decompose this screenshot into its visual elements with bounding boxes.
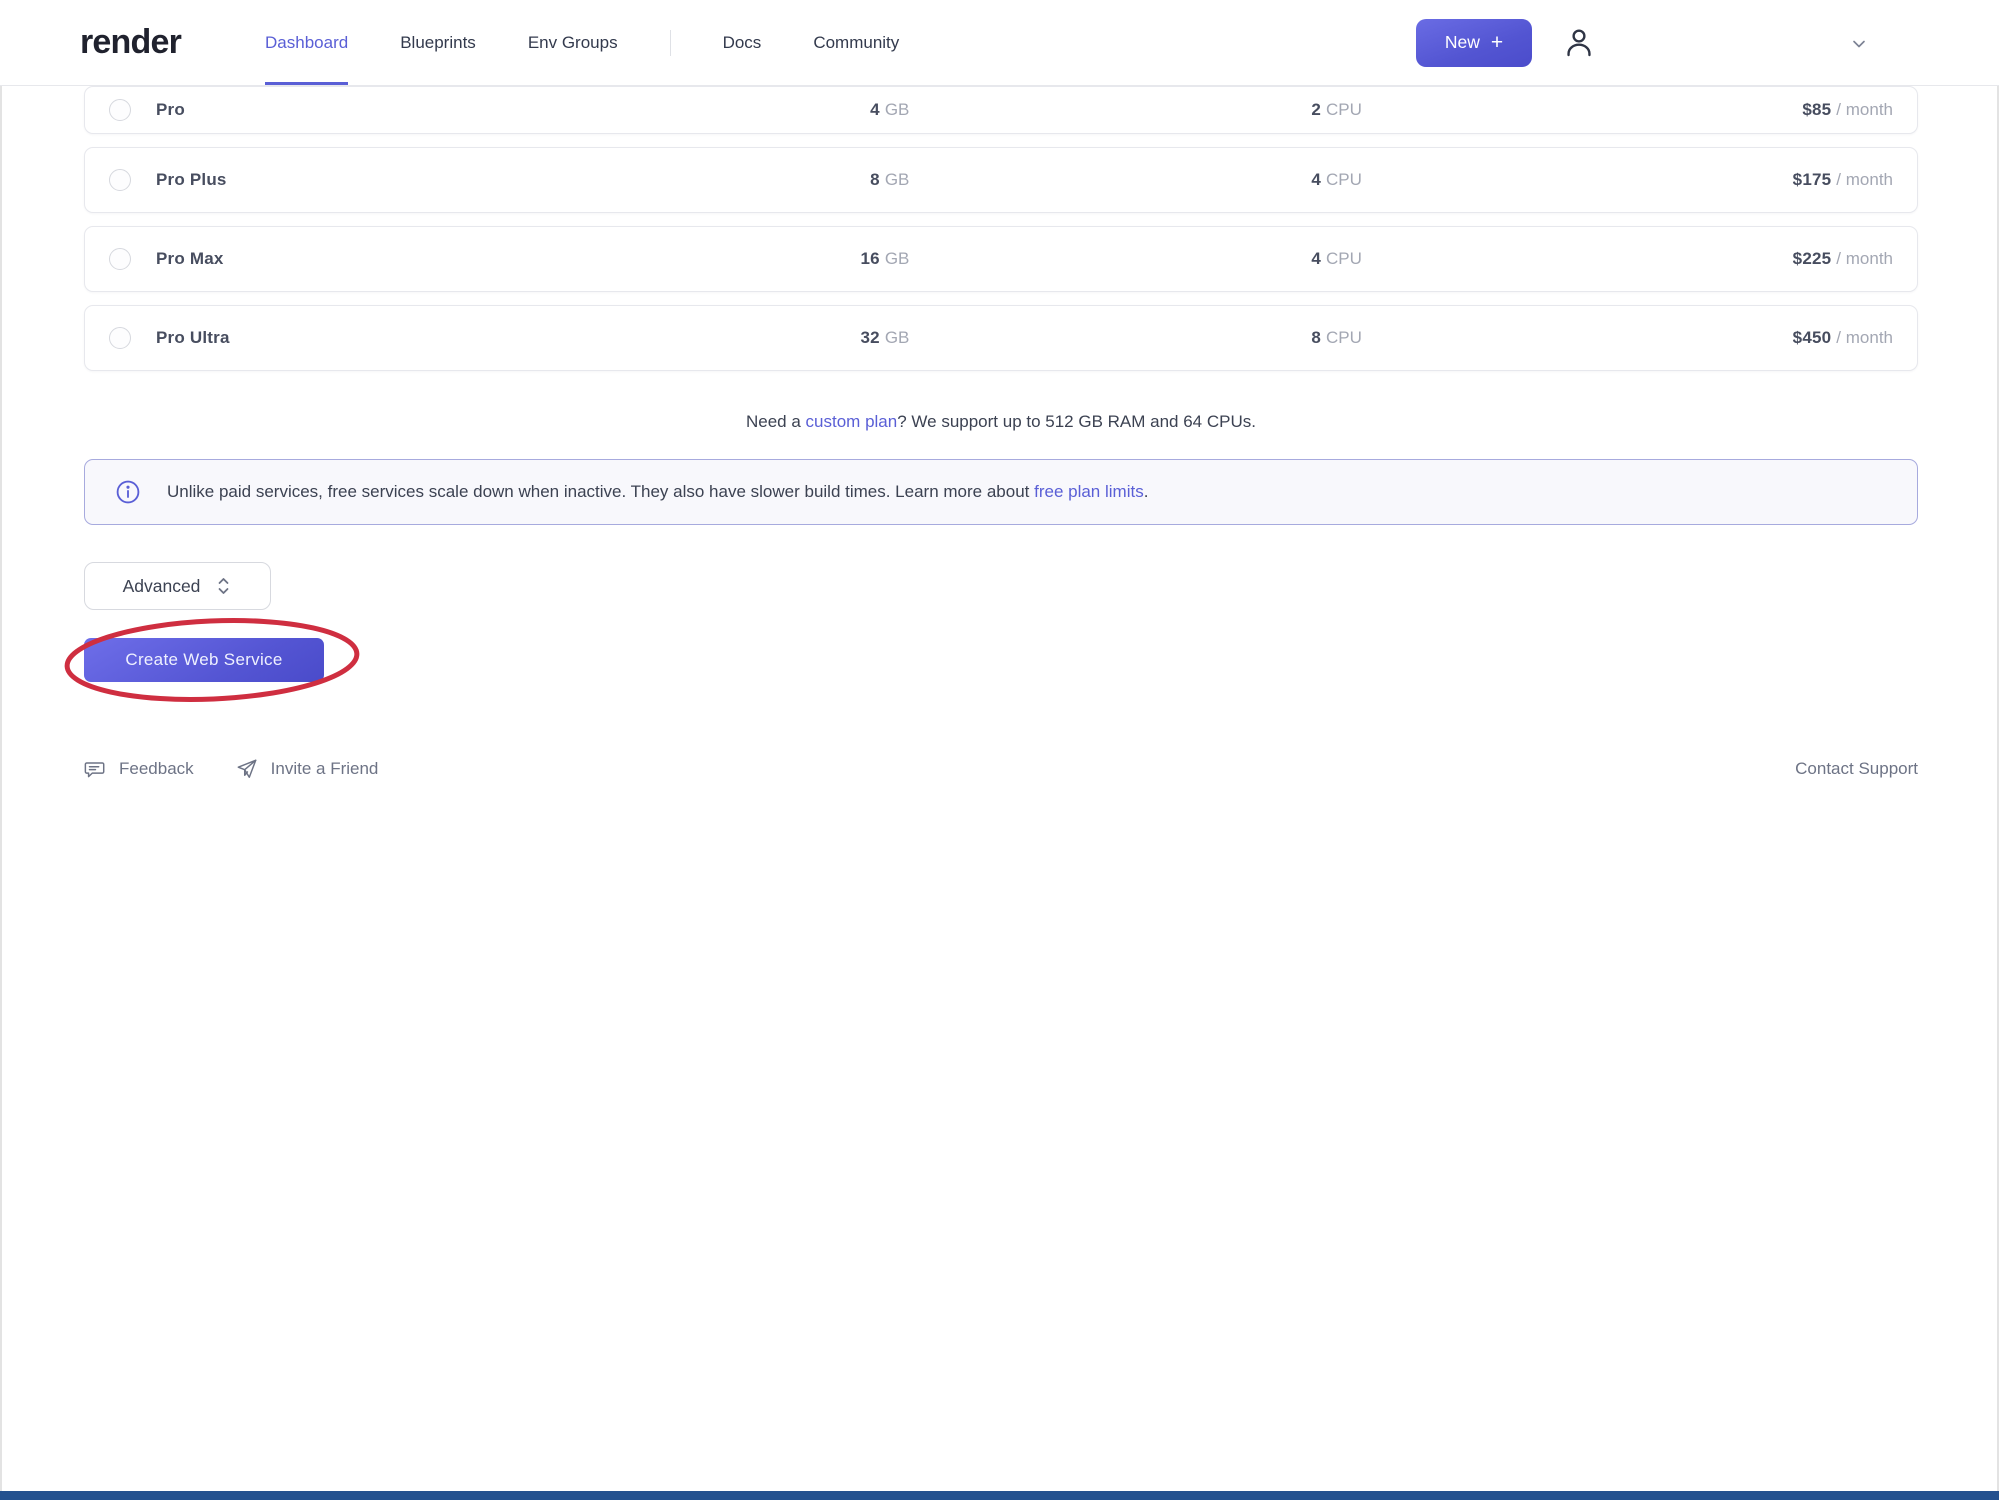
header-actions: New + <box>1416 19 1599 67</box>
speech-bubble-icon <box>84 758 106 780</box>
cpu-unit: CPU <box>1326 100 1362 119</box>
plan-name-cell: Pro <box>85 99 525 121</box>
cpu-value: 8 <box>1311 328 1321 347</box>
plan-name: Pro <box>156 100 185 120</box>
ram-value: 32 <box>861 328 880 347</box>
plan-row-pro-ultra[interactable]: Pro Ultra 32 GB 8 CPU $450/ month <box>84 305 1918 371</box>
nav-community[interactable]: Community <box>813 0 899 85</box>
banner-suffix: . <box>1144 482 1149 501</box>
page-footer: Feedback Invite a Friend Contact Support <box>84 758 1918 780</box>
ram-unit: GB <box>885 170 910 189</box>
ram-unit: GB <box>885 249 910 268</box>
account-menu-button[interactable] <box>1559 23 1599 63</box>
sort-chevrons-icon <box>215 575 232 597</box>
plan-cpu: 8 CPU <box>909 328 1362 348</box>
price-value: $175 <box>1793 170 1832 189</box>
banner-text: Unlike paid services, free services scal… <box>167 482 1148 502</box>
plan-name: Pro Max <box>156 249 224 269</box>
cpu-unit: CPU <box>1326 249 1362 268</box>
plan-price: $450/ month <box>1362 328 1917 348</box>
nav-env-groups[interactable]: Env Groups <box>528 0 618 85</box>
plan-ram: 4 GB <box>525 100 910 120</box>
price-value: $225 <box>1793 249 1832 268</box>
plan-price: $225/ month <box>1362 249 1917 269</box>
plan-row-pro-plus[interactable]: Pro Plus 8 GB 4 CPU $175/ month <box>84 147 1918 213</box>
price-value: $450 <box>1793 328 1832 347</box>
custom-plan-suffix: ? We support up to 512 GB RAM and 64 CPU… <box>897 412 1256 431</box>
ram-value: 4 <box>870 100 880 119</box>
ram-unit: GB <box>885 328 910 347</box>
plan-row-pro-max[interactable]: Pro Max 16 GB 4 CPU $225/ month <box>84 226 1918 292</box>
free-plan-limits-link[interactable]: free plan limits <box>1034 482 1144 501</box>
radio-button[interactable] <box>109 327 131 349</box>
nav-blueprints[interactable]: Blueprints <box>400 0 476 85</box>
radio-button[interactable] <box>109 99 131 121</box>
plan-name: Pro Ultra <box>156 328 230 348</box>
custom-plan-link[interactable]: custom plan <box>806 412 898 431</box>
plan-row-pro[interactable]: Pro 4 GB 2 CPU $85 / month <box>84 86 1918 134</box>
banner-message: Unlike paid services, free services scal… <box>167 482 1034 501</box>
price-unit: / month <box>1836 170 1893 189</box>
radio-button[interactable] <box>109 169 131 191</box>
plan-name-cell: Pro Ultra <box>85 327 525 349</box>
plan-ram: 8 GB <box>525 170 910 190</box>
radio-button[interactable] <box>109 248 131 270</box>
advanced-toggle-button[interactable]: Advanced <box>84 562 271 610</box>
price-unit: / month <box>1836 100 1893 119</box>
plan-name-cell: Pro Max <box>85 248 525 270</box>
main-content: Pro 4 GB 2 CPU $85 / month Pro Plus 8 GB 4 CP… <box>0 86 1999 780</box>
custom-plan-prefix: Need a <box>746 412 806 431</box>
plan-price: $85 / month <box>1362 100 1917 120</box>
cpu-value: 4 <box>1311 249 1321 268</box>
top-navigation-bar: render Dashboard Blueprints Env Groups D… <box>0 0 1999 86</box>
nav-dashboard[interactable]: Dashboard <box>265 0 348 85</box>
invite-a-friend-link[interactable]: Invite a Friend <box>236 758 379 780</box>
ram-value: 8 <box>870 170 880 189</box>
primary-nav: Dashboard Blueprints Env Groups Docs Com… <box>265 0 899 85</box>
price-unit: / month <box>1836 249 1893 268</box>
plan-cpu: 4 CPU <box>909 170 1362 190</box>
bottom-edge-bar <box>0 1491 1999 1500</box>
cpu-unit: CPU <box>1326 328 1362 347</box>
page: render Dashboard Blueprints Env Groups D… <box>0 0 1999 1500</box>
feedback-link[interactable]: Feedback <box>84 758 194 780</box>
cpu-value: 4 <box>1311 170 1321 189</box>
ram-value: 16 <box>861 249 880 268</box>
plan-cpu: 4 CPU <box>909 249 1362 269</box>
workspace-chevron-down-icon[interactable] <box>1849 34 1869 54</box>
contact-support-link[interactable]: Contact Support <box>1795 759 1918 779</box>
ram-unit: GB <box>885 100 910 119</box>
paper-plane-icon <box>236 758 258 780</box>
person-icon <box>1560 24 1598 62</box>
cpu-value: 2 <box>1311 100 1321 119</box>
plan-name: Pro Plus <box>156 170 227 190</box>
plan-ram: 16 GB <box>525 249 910 269</box>
free-plan-info-banner: Unlike paid services, free services scal… <box>84 459 1918 525</box>
feedback-label: Feedback <box>119 759 194 779</box>
create-button-area: Create Web Service <box>84 638 324 682</box>
plan-price: $175/ month <box>1362 170 1917 190</box>
render-logo[interactable]: render <box>80 23 181 62</box>
plan-ram: 32 GB <box>525 328 910 348</box>
info-icon <box>115 479 141 505</box>
plan-cpu: 2 CPU <box>909 100 1362 120</box>
new-button-label: New <box>1445 32 1480 53</box>
cpu-unit: CPU <box>1326 170 1362 189</box>
price-value: $85 <box>1802 100 1831 119</box>
price-unit: / month <box>1836 328 1893 347</box>
new-button[interactable]: New + <box>1416 19 1532 67</box>
nav-divider <box>670 30 671 56</box>
invite-label: Invite a Friend <box>271 759 379 779</box>
nav-docs[interactable]: Docs <box>723 0 762 85</box>
plus-icon: + <box>1491 32 1503 53</box>
advanced-label: Advanced <box>123 576 201 597</box>
plan-name-cell: Pro Plus <box>85 169 525 191</box>
custom-plan-note: Need a custom plan? We support up to 512… <box>84 412 1918 432</box>
create-web-service-button[interactable]: Create Web Service <box>84 638 324 682</box>
